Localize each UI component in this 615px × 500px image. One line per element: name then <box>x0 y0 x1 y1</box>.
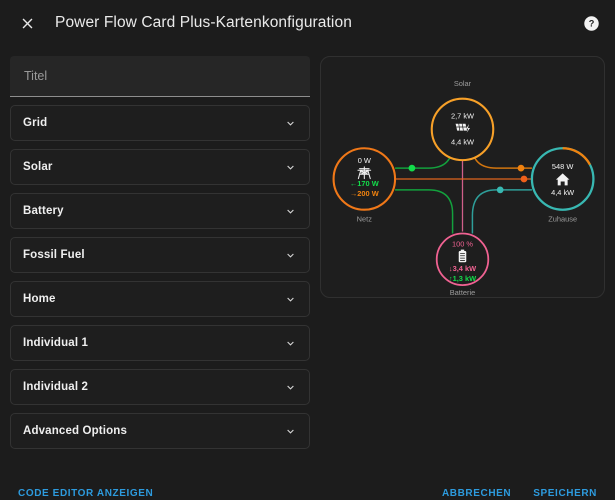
footer-actions: ABBRECHEN SPEICHERN <box>442 488 597 499</box>
section-label: Grid <box>23 117 48 129</box>
card-preview-pane: Solar 2,7 kW 4,4 kW 0 W ←170 W →200 W Ne… <box>320 52 605 474</box>
section-row-advanced-options[interactable]: Advanced Options <box>10 413 310 449</box>
section-label: Individual 2 <box>23 381 89 393</box>
flow-battery-to-home <box>471 189 532 234</box>
chevron-down-icon <box>284 337 297 350</box>
page-title: Power Flow Card Plus-Kartenkonfiguration <box>55 14 352 31</box>
section-row-individual-2[interactable]: Individual 2 <box>10 369 310 405</box>
home-bottom-value: 4,4 kW <box>551 188 574 197</box>
chevron-down-icon <box>284 117 297 130</box>
battery-percent: 100 % <box>452 239 473 248</box>
section-row-battery[interactable]: Battery <box>10 193 310 229</box>
flow-dot-grid-to-solar <box>408 164 416 172</box>
grid-top-value: 0 W <box>358 156 371 165</box>
power-flow-card-preview[interactable]: Solar 2,7 kW 4,4 kW 0 W ←170 W →200 W Ne… <box>320 56 605 298</box>
battery-icon <box>458 249 467 263</box>
chevron-down-icon <box>284 249 297 262</box>
dialog-body: Grid Solar Battery Fossil Fuel <box>0 46 615 474</box>
grid-label: Netz <box>357 215 373 224</box>
close-button[interactable] <box>14 10 40 36</box>
node-battery[interactable]: 100 % ↓3,4 kW ↑1,3 kW Batterie <box>435 232 490 297</box>
save-button[interactable]: SPEICHERN <box>533 488 597 499</box>
chevron-down-icon <box>284 161 297 174</box>
flow-grid-to-battery <box>395 189 454 234</box>
config-form: Grid Solar Battery Fossil Fuel <box>10 52 310 474</box>
battery-label: Batterie <box>450 288 476 297</box>
section-label: Solar <box>23 161 53 173</box>
grid-import-value: ←170 W <box>350 179 379 188</box>
node-solar[interactable]: Solar 2,7 kW 4,4 kW <box>430 79 495 162</box>
battery-charge-value: ↓3,4 kW <box>449 264 476 273</box>
dialog-header: Power Flow Card Plus-Kartenkonfiguration… <box>0 0 615 46</box>
section-row-grid[interactable]: Grid <box>10 105 310 141</box>
flow-dot-grid-to-home <box>520 175 528 183</box>
section-row-home[interactable]: Home <box>10 281 310 317</box>
home-top-value: 548 W <box>552 162 573 171</box>
close-icon <box>22 18 32 28</box>
solar-bottom-value: 4,4 kW <box>451 137 474 146</box>
node-grid[interactable]: 0 W ←170 W →200 W Netz <box>332 147 397 224</box>
home-label: Zuhause <box>548 215 577 224</box>
title-input[interactable] <box>24 69 296 83</box>
card-config-dialog: Power Flow Card Plus-Kartenkonfiguration… <box>0 0 615 500</box>
section-label: Individual 1 <box>23 337 89 349</box>
section-label: Fossil Fuel <box>23 249 85 261</box>
node-home[interactable]: 548 W 4,4 kW Zuhause <box>530 147 595 224</box>
show-code-editor-button[interactable]: CODE EDITOR ANZEIGEN <box>18 488 153 499</box>
title-field-wrapper[interactable] <box>10 56 310 97</box>
section-label: Home <box>23 293 56 305</box>
section-label: Battery <box>23 205 64 217</box>
chevron-down-icon <box>284 293 297 306</box>
section-row-solar[interactable]: Solar <box>10 149 310 185</box>
cancel-button[interactable]: ABBRECHEN <box>442 488 511 499</box>
chevron-down-icon <box>284 425 297 438</box>
svg-text:?: ? <box>588 18 594 28</box>
flow-dot-battery-to-home <box>496 186 504 194</box>
help-circle-icon: ? <box>583 15 599 31</box>
power-flow-diagram: Solar 2,7 kW 4,4 kW 0 W ←170 W →200 W Ne… <box>332 79 595 297</box>
dialog-footer: CODE EDITOR ANZEIGEN ABBRECHEN SPEICHERN <box>0 474 615 500</box>
solar-top-value: 2,7 kW <box>451 111 474 120</box>
chevron-down-icon <box>284 381 297 394</box>
section-row-fossil-fuel[interactable]: Fossil Fuel <box>10 237 310 273</box>
battery-discharge-value: ↑1,3 kW <box>449 274 476 283</box>
grid-export-value: →200 W <box>350 189 379 198</box>
section-label: Advanced Options <box>23 425 127 437</box>
solar-label: Solar <box>454 79 472 88</box>
chevron-down-icon <box>284 205 297 218</box>
flow-dot-solar-to-home <box>517 164 525 172</box>
section-row-individual-1[interactable]: Individual 1 <box>10 325 310 361</box>
help-button[interactable]: ? <box>579 11 603 35</box>
